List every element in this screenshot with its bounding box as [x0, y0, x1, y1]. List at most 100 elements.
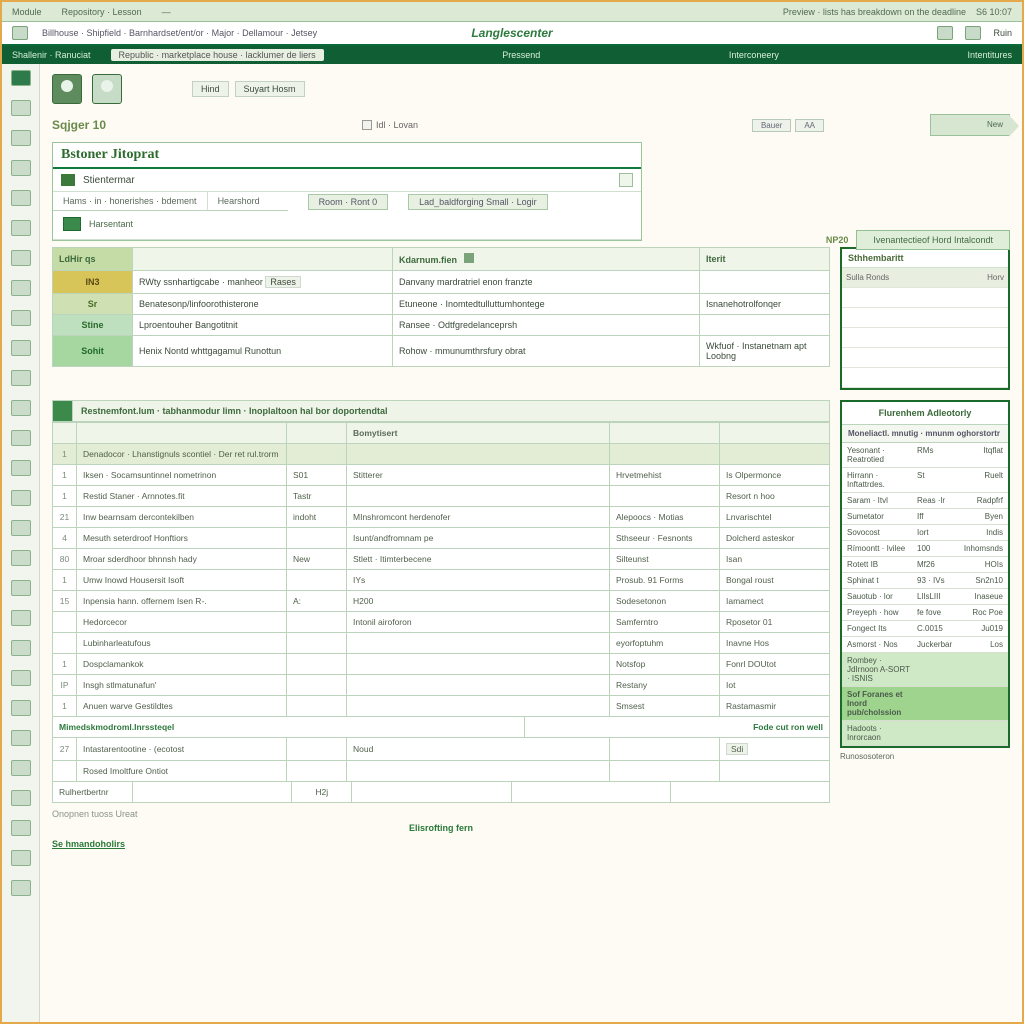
row-num: 1: [53, 465, 77, 486]
status-id[interactable]: Sohit: [53, 336, 133, 367]
row-desc[interactable]: Denadocor · Lhanstignuls scontiel · Der …: [77, 444, 287, 465]
strip-mid2[interactable]: Interconeery: [719, 50, 789, 60]
check-option[interactable]: Idl · Lovan: [362, 120, 418, 130]
row-num: 1: [53, 654, 77, 675]
card-seg-b: Hearshord: [208, 192, 288, 211]
th-3[interactable]: Kdarnum.fien: [393, 248, 700, 271]
status-name[interactable]: Lproentouher Bangotitnit: [133, 315, 393, 336]
row-desc[interactable]: Mroar sderdhoor bhnnsh hady: [77, 549, 287, 570]
row-c4: Sthseeur · Fesnonts: [610, 528, 720, 549]
stats-panel: Flurenhem Adleotorly Moneliactl. mnutig …: [840, 400, 1010, 748]
menu-item-repo[interactable]: Repository · Lesson: [62, 7, 142, 17]
center-link[interactable]: Elisrofting fern: [52, 823, 830, 833]
row-c4: Smsest: [610, 696, 720, 717]
row-desc[interactable]: Restid Staner · Arnnotes.fit: [77, 486, 287, 507]
status-id[interactable]: Sr: [53, 294, 133, 315]
nav-icon-24[interactable]: [11, 760, 31, 776]
row-desc[interactable]: Inpensia hann. offernem Isen R-.: [77, 591, 287, 612]
nav-icon-11[interactable]: [11, 370, 31, 386]
row-desc[interactable]: Inw bearnsam dercontekilben: [77, 507, 287, 528]
row-num: IP: [53, 675, 77, 696]
row-c2: [287, 654, 347, 675]
status-col3: Etuneone · Inomtedtulluttumhontege: [393, 294, 700, 315]
nav-icon-6[interactable]: [11, 220, 31, 236]
nav-icon-9[interactable]: [11, 310, 31, 326]
strip-mid1[interactable]: Pressend: [492, 50, 550, 60]
nav-icon-5[interactable]: [11, 190, 31, 206]
nav-icon-27[interactable]: [11, 850, 31, 866]
status-name[interactable]: RWty ssnhartigcabe · manheor Rases: [133, 271, 393, 294]
nav-icon-14[interactable]: [11, 460, 31, 476]
menu-clock: S6 10:07: [976, 7, 1012, 17]
nav-icon-15[interactable]: [11, 490, 31, 506]
nav-icon-10[interactable]: [11, 340, 31, 356]
row-desc[interactable]: Insgh stlmatunafun': [77, 675, 287, 696]
nav-icon-8[interactable]: [11, 280, 31, 296]
toolbar-ruin[interactable]: Ruin: [993, 28, 1012, 38]
nav-icon-1[interactable]: [11, 70, 31, 86]
green-link-row[interactable]: Mimedskmodroml.Inrssteqel: [53, 717, 525, 738]
nav-icon-4[interactable]: [11, 160, 31, 176]
row-desc[interactable]: Hedorcecor: [77, 612, 287, 633]
nav-icon-16[interactable]: [11, 520, 31, 536]
row-desc[interactable]: Iksen · Socamsuntinnel nometrinon: [77, 465, 287, 486]
nav-icon-18[interactable]: [11, 580, 31, 596]
nav-icon-3[interactable]: [11, 130, 31, 146]
row-c2: S01: [287, 465, 347, 486]
nav-icon-20[interactable]: [11, 640, 31, 656]
nav-icon-7[interactable]: [11, 250, 31, 266]
sort-icon[interactable]: [464, 253, 474, 263]
status-col4: Isnanehotrolfonqer: [700, 294, 830, 315]
nav-icon-13[interactable]: [11, 430, 31, 446]
th-2[interactable]: [133, 248, 393, 271]
status-id[interactable]: Stine: [53, 315, 133, 336]
nav-icon-2[interactable]: [11, 100, 31, 116]
row-desc[interactable]: Dospclamankok: [77, 654, 287, 675]
row-desc[interactable]: Anuen warve Gestildtes: [77, 696, 287, 717]
row-c3: Intonil airoforon: [347, 612, 610, 633]
nav-icon-23[interactable]: [11, 730, 31, 746]
row-c2: [287, 444, 347, 465]
breadcrumb[interactable]: Billhouse · Shipfield · Barnhardset/ent/…: [42, 28, 317, 38]
nav-icon-28[interactable]: [11, 880, 31, 896]
nav-icon-25[interactable]: [11, 790, 31, 806]
row-c5: Isan: [720, 549, 830, 570]
mini-tab-2[interactable]: AA: [795, 119, 824, 132]
strip-right[interactable]: Intentitures: [957, 50, 1022, 60]
nav-icon-12[interactable]: [11, 400, 31, 416]
card-pill-d[interactable]: Lad_baldforging Small · Logir: [408, 194, 548, 210]
nav-icon-19[interactable]: [11, 610, 31, 626]
mini-tab-1[interactable]: Bauer: [752, 119, 791, 132]
row-desc[interactable]: Lubinharleatufous: [77, 633, 287, 654]
status-name[interactable]: Henix Nontd whttgagamul Runottun: [133, 336, 393, 367]
th-1[interactable]: LdHir qs: [53, 248, 133, 271]
home-icon[interactable]: [12, 26, 28, 40]
card-option-icon[interactable]: [619, 173, 633, 187]
chip-1[interactable]: Hind: [192, 81, 229, 97]
row-desc[interactable]: Mesuth seterdroof Honftiors: [77, 528, 287, 549]
nav-icon-21[interactable]: [11, 670, 31, 686]
th-4[interactable]: Iterit: [700, 248, 830, 271]
nav-icon-17[interactable]: [11, 550, 31, 566]
row-c5: Inavne Hos: [720, 633, 830, 654]
free-pill[interactable]: Ivenantectieof Hord Intalcondt: [856, 230, 1010, 250]
avatar-secondary[interactable]: [92, 74, 122, 104]
avatar-primary[interactable]: [52, 74, 82, 104]
chip-2[interactable]: Suyart Hosm: [235, 81, 305, 97]
grid-icon[interactable]: [937, 26, 953, 40]
stats-row: Sphinat t93 · IVsSn2n10: [842, 573, 1008, 589]
side-panel-title: Sthhembaritt: [842, 249, 1008, 268]
strip-search[interactable]: Republic · marketplace house · lacklumer…: [111, 49, 324, 61]
menu-item-module[interactable]: Module: [12, 7, 42, 17]
row-desc[interactable]: Umw Inowd Housersit Isoft: [77, 570, 287, 591]
user-icon[interactable]: [965, 26, 981, 40]
status-id[interactable]: IN3: [53, 271, 133, 294]
status-name[interactable]: Benatesonp/linfoorothisterone: [133, 294, 393, 315]
bottom-link[interactable]: Se hmandoholirs: [52, 839, 125, 849]
menu-item-more[interactable]: —: [162, 7, 171, 17]
nav-icon-26[interactable]: [11, 820, 31, 836]
row-c2: [287, 570, 347, 591]
next-arrow-button[interactable]: New: [930, 114, 1010, 136]
nav-icon-22[interactable]: [11, 700, 31, 716]
card-pill-c[interactable]: Room · Ront 0: [308, 194, 389, 210]
